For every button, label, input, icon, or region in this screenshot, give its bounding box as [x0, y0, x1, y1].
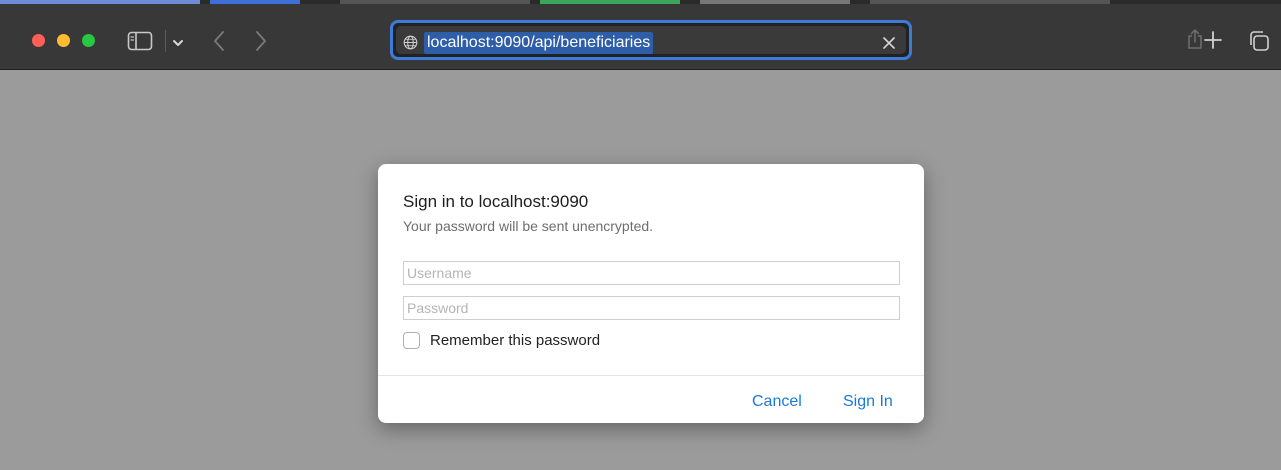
chevron-right-icon[interactable] [254, 29, 268, 53]
tabs-icon[interactable] [1248, 30, 1270, 52]
auth-dialog: Sign in to localhost:9090 Your password … [378, 164, 924, 423]
browser-toolbar: localhost:9090/api/beneficiaries [0, 4, 1281, 70]
minimize-window-button[interactable] [57, 34, 70, 47]
close-icon[interactable] [882, 36, 896, 50]
zoom-window-button[interactable] [82, 34, 95, 47]
chevron-down-icon[interactable] [172, 35, 184, 46]
address-bar[interactable]: localhost:9090/api/beneficiaries [390, 20, 912, 60]
dialog-divider [378, 375, 924, 376]
cancel-button[interactable]: Cancel [752, 393, 802, 411]
url-text[interactable]: localhost:9090/api/beneficiaries [424, 32, 654, 54]
dialog-subtitle: Your password will be sent unencrypted. [403, 218, 654, 234]
remember-password-checkbox[interactable] [403, 332, 420, 349]
username-input[interactable] [403, 261, 900, 285]
dialog-title: Sign in to localhost:9090 [403, 192, 589, 211]
password-input[interactable] [403, 296, 900, 320]
sign-in-button[interactable]: Sign In [843, 393, 893, 411]
sidebar-icon[interactable] [127, 31, 153, 51]
address-bar-field[interactable]: localhost:9090/api/beneficiaries [396, 26, 906, 54]
remember-password-label: Remember this password [430, 332, 601, 349]
globe-icon [403, 35, 418, 50]
plus-icon[interactable] [1203, 30, 1223, 50]
close-window-button[interactable] [32, 34, 45, 47]
toolbar-divider [165, 30, 166, 52]
share-icon[interactable] [1186, 28, 1204, 50]
chevron-left-icon[interactable] [212, 29, 226, 53]
